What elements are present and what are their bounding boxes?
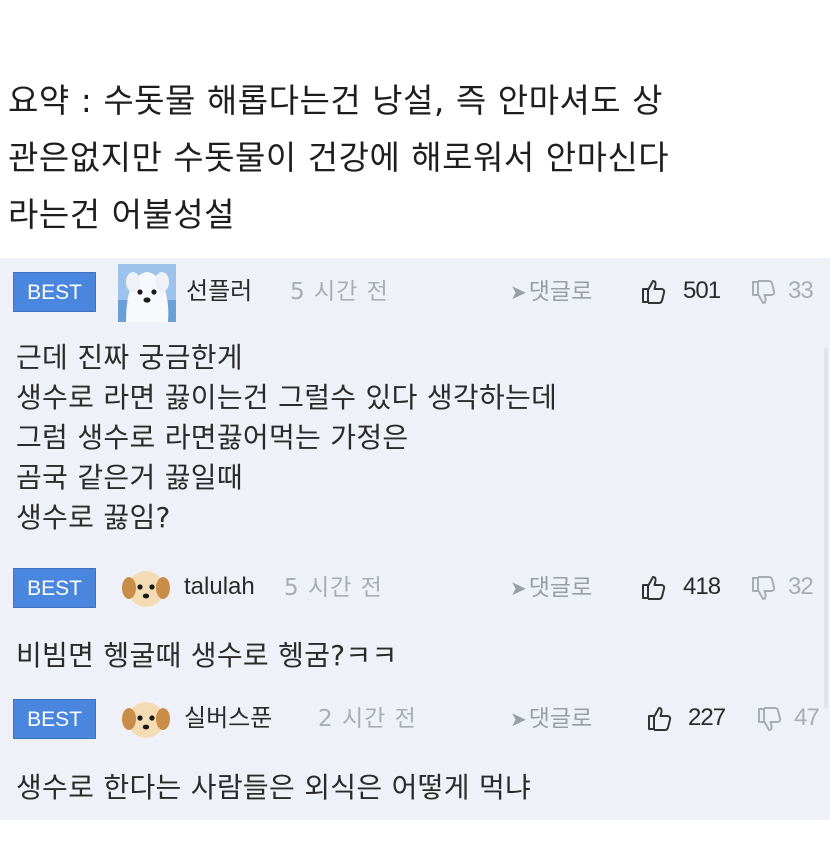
reply-button[interactable]: ➤댓글로	[510, 277, 592, 307]
thumbs-down-icon[interactable]	[750, 575, 778, 603]
dog-avatar-icon[interactable]	[118, 264, 176, 322]
summary-text: 요약 : 수돗물 해롭다는건 낭설, 즉 안마셔도 상 관은없지만 수돗물이 건…	[8, 72, 823, 243]
best-badge: BEST	[13, 568, 96, 608]
reply-label: 댓글로	[528, 575, 593, 601]
like-count: 418	[683, 573, 721, 600]
comment-nickname[interactable]: 실버스푼	[184, 703, 272, 733]
dislike-count: 47	[794, 704, 820, 731]
summary-line: 요약 : 수돗물 해롭다는건 낭설, 즉 안마셔도 상	[8, 81, 664, 120]
reply-label: 댓글로	[528, 279, 593, 305]
comment-line: 생수로 한다는 사람들은 외식은 어떻게 먹냐	[16, 771, 532, 804]
scrollbar[interactable]	[824, 348, 828, 708]
comment-time: 5 시간 전	[290, 279, 389, 305]
best-badge: BEST	[13, 699, 96, 739]
comment-body: 비빔면 헹굴때 생수로 헹굼?ㅋㅋ	[16, 636, 398, 676]
reply-button[interactable]: ➤댓글로	[510, 573, 592, 603]
reply-arrow-icon: ➤	[510, 707, 527, 731]
dislike-count: 33	[788, 277, 814, 304]
thumbs-down-icon[interactable]	[750, 279, 778, 307]
comment-header: BEST 실버스푼 2 시간 전 ➤댓글로 227 47	[0, 691, 830, 743]
comment-time: 2 시간 전	[318, 706, 417, 732]
reply-arrow-icon: ➤	[510, 576, 527, 600]
comment-line: 생수로 라면 끓이는건 그럴수 있다 생각하는데	[16, 381, 558, 414]
reply-arrow-icon: ➤	[510, 280, 527, 304]
comment-body: 근데 진짜 궁금한게 생수로 라면 끓이는건 그럴수 있다 생각하는데 그럼 생…	[16, 338, 557, 538]
summary-line: 라는건 어불성설	[8, 195, 236, 234]
comment-line: 근데 진짜 궁금한게	[16, 341, 243, 374]
comment-time: 5 시간 전	[284, 575, 383, 601]
comment-nickname[interactable]: 선플러	[186, 276, 252, 306]
puppy-avatar-icon[interactable]	[120, 695, 172, 743]
best-badge: BEST	[13, 272, 96, 312]
thumbs-up-icon[interactable]	[646, 704, 674, 732]
reply-button[interactable]: ➤댓글로	[510, 704, 592, 734]
thumbs-down-icon[interactable]	[756, 706, 784, 734]
comment-body: 생수로 한다는 사람들은 외식은 어떻게 먹냐	[16, 768, 531, 808]
like-count: 227	[688, 704, 726, 731]
comment-line: 곰국 같은거 끓일때	[16, 461, 243, 494]
reply-label: 댓글로	[528, 706, 593, 732]
thumbs-up-icon[interactable]	[640, 573, 668, 601]
page: 요약 : 수돗물 해롭다는건 낭설, 즉 안마셔도 상 관은없지만 수돗물이 건…	[0, 0, 830, 868]
summary-line: 관은없지만 수돗물이 건강에 해로워서 안마신다	[8, 138, 670, 177]
puppy-avatar-icon[interactable]	[120, 564, 172, 612]
comment-header: BEST talulah 5 시간 전 ➤댓글로 418 32	[0, 560, 830, 612]
dislike-count: 32	[788, 573, 814, 600]
comment-line: 비빔면 헹굴때 생수로 헹굼?ㅋㅋ	[16, 639, 398, 672]
comment-line: 그럼 생수로 라면끓어먹는 가정은	[16, 421, 409, 454]
comment-line: 생수로 끓임?	[16, 501, 171, 534]
best-comments-section: BEST 선플러 5 시간 전 ➤댓글로 501 33 근데 진짜 궁금한게 생…	[0, 258, 830, 820]
comment-header: BEST 선플러 5 시간 전 ➤댓글로 501 33	[0, 264, 830, 322]
like-count: 501	[683, 277, 721, 304]
comment-nickname[interactable]: talulah	[184, 572, 255, 602]
thumbs-up-icon[interactable]	[640, 277, 668, 305]
